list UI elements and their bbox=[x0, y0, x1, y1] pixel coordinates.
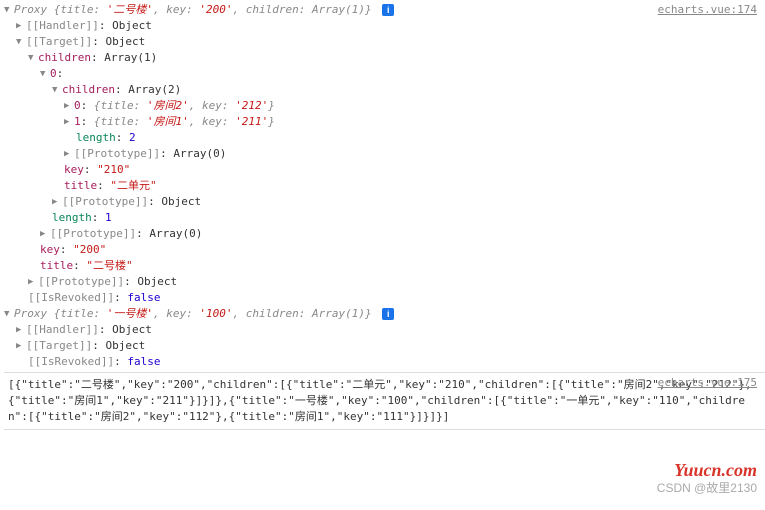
caret-right-icon[interactable]: ▶ bbox=[28, 274, 38, 290]
caret-down-icon[interactable]: ▼ bbox=[16, 34, 26, 50]
caret-right-icon[interactable]: ▶ bbox=[64, 98, 74, 114]
tree-row[interactable]: ▶[[Prototype]]: Array(0) bbox=[4, 146, 765, 162]
prop-value: Array(1) bbox=[104, 51, 157, 64]
divider bbox=[4, 372, 765, 373]
object-preview: {title: '一号楼', key: '100', children: Arr… bbox=[54, 307, 372, 320]
prop-value: Object bbox=[105, 35, 145, 48]
tree-row[interactable]: title: "二单元" bbox=[4, 178, 765, 194]
prop-key: title bbox=[64, 179, 97, 192]
tree-row[interactable]: ▶[[Prototype]]: Object bbox=[4, 194, 765, 210]
prop-value: Object bbox=[137, 275, 177, 288]
caret-right-icon[interactable]: ▶ bbox=[16, 322, 26, 338]
object-preview: {title: '房间1', key: '211'} bbox=[94, 115, 275, 128]
tree-row[interactable]: length: 2 bbox=[4, 130, 765, 146]
proxy-header[interactable]: ▼Proxy {title: '二号楼', key: '200', childr… bbox=[4, 2, 765, 18]
prop-key: [[Prototype]] bbox=[50, 227, 136, 240]
tree-row[interactable]: ▶[[Prototype]]: Array(0) bbox=[4, 226, 765, 242]
prop-key: children bbox=[38, 51, 91, 64]
prop-value: Object bbox=[105, 339, 145, 352]
caret-right-icon[interactable]: ▶ bbox=[16, 18, 26, 34]
tree-row[interactable]: ▶[[Prototype]]: Object bbox=[4, 274, 765, 290]
prop-value: "二单元" bbox=[110, 179, 156, 192]
prop-key: 1 bbox=[74, 115, 81, 128]
caret-right-icon[interactable]: ▶ bbox=[16, 338, 26, 354]
object-preview: {title: '二号楼', key: '200', children: Arr… bbox=[54, 3, 372, 16]
brand-watermark: Yuucn.com bbox=[4, 462, 757, 478]
prop-key: [[Handler]] bbox=[26, 323, 99, 336]
tree-row[interactable]: ▶[[Handler]]: Object bbox=[4, 18, 765, 34]
tree-row[interactable]: key: "200" bbox=[4, 242, 765, 258]
tree-row[interactable]: [[IsRevoked]]: false bbox=[4, 354, 765, 370]
prop-key: 0 bbox=[74, 99, 81, 112]
prop-key: [[Prototype]] bbox=[62, 195, 148, 208]
prop-key: [[IsRevoked]] bbox=[28, 291, 114, 304]
proxy-label: Proxy bbox=[14, 307, 54, 320]
caret-down-icon[interactable]: ▼ bbox=[40, 66, 50, 82]
info-icon[interactable]: i bbox=[382, 308, 394, 320]
prop-key: [[Target]] bbox=[26, 339, 92, 352]
prop-value: 1 bbox=[105, 211, 112, 224]
tree-row[interactable]: key: "210" bbox=[4, 162, 765, 178]
tree-row[interactable]: length: 1 bbox=[4, 210, 765, 226]
prop-value: "200" bbox=[73, 243, 106, 256]
prop-value: "210" bbox=[97, 163, 130, 176]
divider bbox=[4, 429, 765, 430]
prop-key: [[Target]] bbox=[26, 35, 92, 48]
prop-value: false bbox=[127, 355, 160, 368]
tree-row[interactable]: ▼children: Array(1) bbox=[4, 50, 765, 66]
tree-row[interactable]: ▼0: bbox=[4, 66, 765, 82]
proxy-header[interactable]: ▼Proxy {title: '一号楼', key: '100', childr… bbox=[4, 306, 765, 322]
prop-key: [[Prototype]] bbox=[38, 275, 124, 288]
prop-key: [[IsRevoked]] bbox=[28, 355, 114, 368]
caret-right-icon[interactable]: ▶ bbox=[52, 194, 62, 210]
proxy-label: Proxy bbox=[14, 3, 54, 16]
caret-right-icon[interactable]: ▶ bbox=[64, 146, 74, 162]
info-icon[interactable]: i bbox=[382, 4, 394, 16]
caret-down-icon[interactable]: ▼ bbox=[52, 82, 62, 98]
prop-key: length bbox=[52, 211, 92, 224]
tree-row[interactable]: ▶0: {title: '房间2', key: '212'} bbox=[4, 98, 765, 114]
caret-down-icon[interactable]: ▼ bbox=[28, 50, 38, 66]
console-log-json[interactable]: echarts.vue:175 [{"title":"二号楼","key":"2… bbox=[4, 375, 765, 427]
json-text: [{"title":"二号楼","key":"200","children":[… bbox=[8, 378, 752, 423]
tree-row[interactable]: ▶[[Target]]: Object bbox=[4, 338, 765, 354]
prop-key: key bbox=[64, 163, 84, 176]
tree-row[interactable]: ▶1: {title: '房间1', key: '211'} bbox=[4, 114, 765, 130]
prop-key: 0 bbox=[50, 67, 57, 80]
tree-row[interactable]: [[IsRevoked]]: false bbox=[4, 290, 765, 306]
prop-value: Object bbox=[161, 195, 201, 208]
prop-value: 2 bbox=[129, 131, 136, 144]
tree-row[interactable]: ▼children: Array(2) bbox=[4, 82, 765, 98]
csdn-attribution: CSDN @故里2130 bbox=[4, 480, 757, 496]
caret-down-icon[interactable]: ▼ bbox=[4, 2, 14, 18]
tree-row[interactable]: title: "二号楼" bbox=[4, 258, 765, 274]
source-link[interactable]: echarts.vue:175 bbox=[658, 375, 757, 391]
prop-key: length bbox=[76, 131, 116, 144]
tree-row[interactable]: ▼[[Target]]: Object bbox=[4, 34, 765, 50]
prop-value: Array(0) bbox=[149, 227, 202, 240]
prop-value: Array(2) bbox=[128, 83, 181, 96]
prop-value: Object bbox=[112, 19, 152, 32]
caret-down-icon[interactable]: ▼ bbox=[4, 306, 14, 322]
caret-right-icon[interactable]: ▶ bbox=[40, 226, 50, 242]
prop-value: Object bbox=[112, 323, 152, 336]
source-link[interactable]: echarts.vue:174 bbox=[658, 2, 757, 18]
prop-key: [[Handler]] bbox=[26, 19, 99, 32]
prop-key: [[Prototype]] bbox=[74, 147, 160, 160]
prop-value: "二号楼" bbox=[86, 259, 132, 272]
prop-value: Array(0) bbox=[173, 147, 226, 160]
prop-value: false bbox=[127, 291, 160, 304]
tree-row[interactable]: ▶[[Handler]]: Object bbox=[4, 322, 765, 338]
caret-right-icon[interactable]: ▶ bbox=[64, 114, 74, 130]
prop-key: children bbox=[62, 83, 115, 96]
object-preview: {title: '房间2', key: '212'} bbox=[94, 99, 275, 112]
prop-key: title bbox=[40, 259, 73, 272]
prop-key: key bbox=[40, 243, 60, 256]
